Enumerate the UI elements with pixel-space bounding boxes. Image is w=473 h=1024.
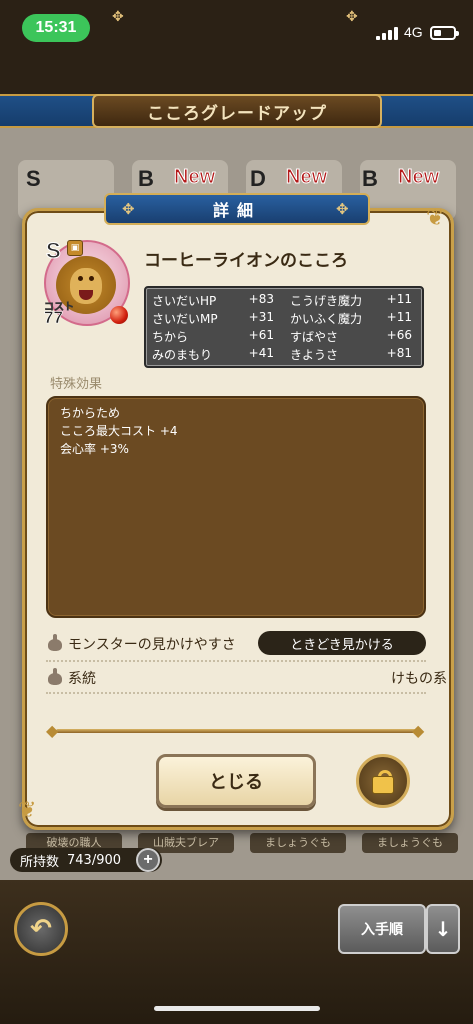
stat-label: さいだいMP: [152, 312, 218, 326]
ornament-icon: ✥: [336, 200, 349, 218]
new-badge: New: [397, 166, 440, 189]
status-bar: 15:31 4G: [0, 0, 473, 56]
lion-eye: [78, 276, 83, 281]
stat-value: +81: [386, 346, 412, 360]
lock-button[interactable]: [356, 754, 410, 808]
stat-label: ちから: [152, 330, 189, 344]
visibility-label: モンスターの見かけやすさ: [68, 637, 236, 653]
owned-label: 所持数: [20, 854, 60, 870]
lineage-value: けもの系: [391, 671, 447, 687]
stat-label: こうげき魔力: [290, 294, 363, 308]
orb-icon: [110, 306, 128, 324]
bg-card-name: ましょうぐも: [250, 833, 346, 853]
stat-label: さいだいHP: [152, 294, 217, 308]
lion-eye: [89, 276, 94, 281]
stat-value: +61: [248, 328, 274, 342]
effect-item: 会心率 +3%: [60, 442, 129, 456]
stat-value: +66: [386, 328, 412, 342]
visibility-value: ときどき見かける: [258, 631, 426, 655]
row-divider: [46, 660, 426, 662]
padlock-icon: [372, 776, 394, 794]
arrow-down-icon: ↓: [434, 917, 452, 941]
row-divider: [46, 692, 426, 694]
home-indicator[interactable]: [154, 1006, 320, 1011]
stat-label: すばやさ: [290, 330, 339, 344]
grade-badge: S: [46, 238, 62, 264]
bg-card-grade: B: [362, 166, 378, 191]
bg-card-grade: D: [250, 166, 266, 191]
stat-value: +11: [386, 292, 412, 306]
battery-icon: [430, 26, 459, 40]
stat-label: かいふく魔力: [290, 312, 363, 326]
bg-card-name: ましょうぐも: [362, 833, 458, 853]
scene-header-bg: [0, 56, 473, 96]
ornament-icon: ◆: [46, 721, 59, 740]
bg-card-grade: S: [26, 166, 41, 191]
stat-label: きようさ: [290, 348, 339, 362]
sort-order-button[interactable]: ↓: [426, 904, 460, 954]
onion-icon: [46, 634, 64, 652]
back-button[interactable]: ↶: [14, 902, 68, 956]
corner-ornament-icon: ❦: [426, 206, 445, 231]
lineage-label: 系統: [68, 671, 96, 687]
new-badge: New: [285, 166, 328, 189]
lock-icon: ▣: [67, 240, 83, 256]
back-arrow-icon: ↶: [30, 914, 52, 944]
sort-button[interactable]: 入手順: [338, 904, 426, 954]
stat-label: みのまもり: [152, 348, 213, 362]
ornate-divider: [56, 729, 416, 733]
signal-icon: [376, 26, 398, 40]
new-badge: New: [173, 166, 216, 189]
screen-title: こころグレードアップ: [92, 94, 382, 128]
effect-item: こころ最大コスト +4: [60, 424, 178, 438]
ornament-icon: ◆: [412, 721, 425, 740]
ornament-icon: ✥: [122, 200, 135, 218]
onion-icon: [46, 668, 64, 686]
effect-item: ちからため: [60, 406, 121, 420]
bg-card-grade: B: [138, 166, 154, 191]
clock: 15:31: [22, 14, 90, 42]
network-label: 4G: [404, 24, 423, 40]
corner-ornament-icon: ❦: [18, 798, 37, 823]
close-button[interactable]: とじる: [156, 754, 316, 808]
owned-value: 743/900: [67, 852, 122, 868]
cost-value: 77: [44, 308, 64, 328]
special-effects-label: 特殊効果: [50, 377, 103, 392]
stat-value: +83: [248, 292, 274, 306]
monster-name: コーヒーライオンのこころ: [144, 251, 348, 271]
ornament-icon: ✥: [346, 9, 358, 25]
stat-value: +41: [248, 346, 274, 360]
stat-value: +31: [248, 310, 274, 324]
ornament-icon: ✥: [112, 9, 124, 25]
expand-storage-button[interactable]: +: [136, 848, 160, 872]
modal-title: 詳細: [104, 193, 370, 225]
stat-value: +11: [386, 310, 412, 324]
